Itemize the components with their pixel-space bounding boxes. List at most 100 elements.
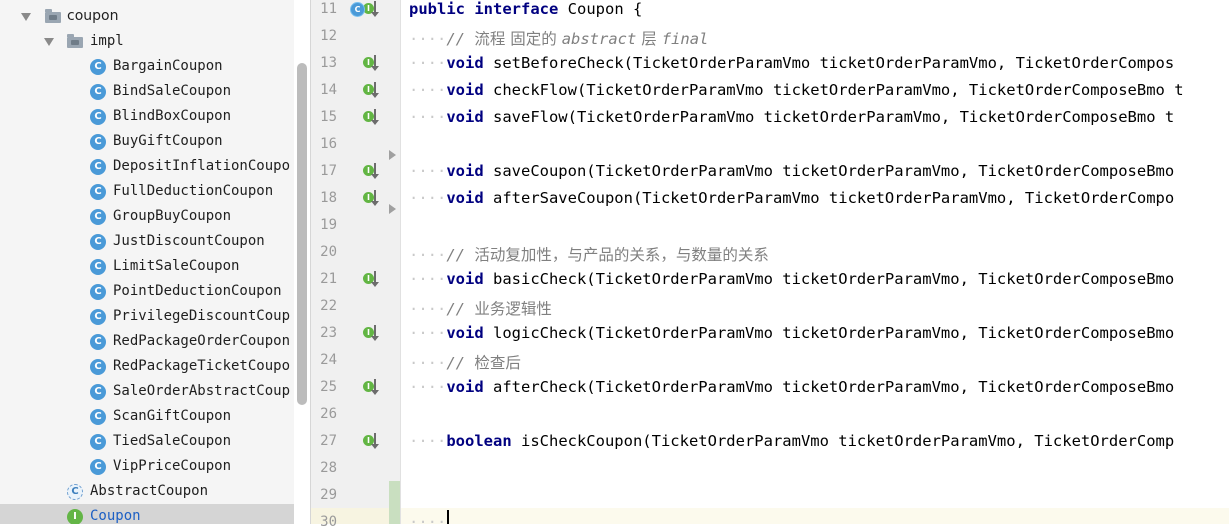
line-number[interactable]: 19	[311, 217, 337, 233]
line-number[interactable]: 14	[311, 82, 337, 98]
class-icon: C	[90, 184, 106, 200]
arrow-down-icon	[371, 379, 379, 395]
implemented-by-icon[interactable]: I	[363, 190, 381, 208]
code-line-21: ····void basicCheck(TicketOrderParamVmo …	[409, 270, 1175, 288]
tree-node-coupon-interface[interactable]: I Coupon	[0, 504, 294, 524]
tree-scrollbar[interactable]	[297, 63, 307, 405]
class-name: GroupBuyCoupon	[113, 208, 232, 224]
tree-node-class[interactable]: C SaleOrderAbstractCoup	[0, 379, 294, 404]
tree-node-class[interactable]: C PointDeductionCoupon	[0, 279, 294, 304]
class-name: FullDeductionCoupon	[113, 183, 274, 199]
line-number[interactable]: 21	[311, 271, 337, 287]
class-name: PointDeductionCoupon	[113, 283, 282, 299]
class-name: TiedSaleCoupon	[113, 433, 232, 449]
class-icon: C	[90, 384, 106, 400]
class-icon: C	[90, 84, 106, 100]
class-name: ScanGiftCoupon	[113, 408, 232, 424]
package-name: impl	[90, 33, 124, 49]
line-number[interactable]: 30	[311, 514, 337, 530]
expand-arrow-icon[interactable]	[44, 38, 54, 46]
tree-node-class[interactable]: C BargainCoupon	[0, 54, 294, 79]
code-line-13: ····void setBeforeCheck(TicketOrderParam…	[409, 54, 1175, 72]
class-icon: C	[90, 209, 106, 225]
tree-node-class[interactable]: C BuyGiftCoupon	[0, 129, 294, 154]
code-editor[interactable]: public interface Coupon { ····// 流程 固定的 …	[401, 0, 1229, 524]
project-tree-panel: coupon impl C BargainCoupon C BindSaleCoupo…	[0, 0, 294, 524]
class-name: PrivilegeDiscountCoup	[113, 308, 291, 324]
arrow-down-icon	[371, 163, 379, 179]
line-number[interactable]: 17	[311, 163, 337, 179]
class-name: AbstractCoupon	[90, 483, 209, 499]
implemented-by-icon[interactable]: I	[363, 325, 381, 343]
abstract-class-icon: C	[67, 484, 83, 500]
line-number[interactable]: 28	[311, 460, 337, 476]
class-name: RedPackageOrderCoupon	[113, 333, 291, 349]
class-name: LimitSaleCoupon	[113, 258, 240, 274]
implemented-by-icon[interactable]: I	[363, 1, 381, 19]
class-name: BlindBoxCoupon	[113, 108, 232, 124]
line-number[interactable]: 22	[311, 298, 337, 314]
line-number[interactable]: 20	[311, 244, 337, 260]
line-number[interactable]: 12	[311, 28, 337, 44]
line-number[interactable]: 29	[311, 487, 337, 503]
code-line-12: ····// 流程 固定的 abstract 层 final	[409, 30, 709, 48]
vcs-added-lines-marker[interactable]	[389, 481, 400, 524]
line-number[interactable]: 13	[311, 55, 337, 71]
fold-arrow-icon[interactable]	[389, 150, 396, 160]
implemented-by-icon[interactable]: I	[363, 163, 381, 181]
code-line-22: ····// 业务逻辑性	[409, 300, 552, 318]
tree-node-class[interactable]: C DepositInflationCoupo	[0, 154, 294, 179]
tree-node-class[interactable]: C BindSaleCoupon	[0, 79, 294, 104]
line-number[interactable]: 26	[311, 406, 337, 422]
code-line-17: ····void saveCoupon(TicketOrderParamVmo …	[409, 162, 1175, 180]
implemented-by-icon[interactable]: I	[363, 433, 381, 451]
implemented-by-icon[interactable]: I	[363, 271, 381, 289]
line-number[interactable]: 27	[311, 433, 337, 449]
tree-node-class[interactable]: C RedPackageOrderCoupon	[0, 329, 294, 354]
code-line-11: public interface Coupon {	[409, 0, 642, 18]
arrow-down-icon	[371, 190, 379, 206]
arrow-down-icon	[371, 271, 379, 287]
line-number[interactable]: 24	[311, 352, 337, 368]
implemented-by-icon[interactable]: I	[363, 55, 381, 73]
class-icon: C	[90, 459, 106, 475]
arrow-down-icon	[371, 325, 379, 341]
arrow-down-icon	[371, 55, 379, 71]
tree-node-class[interactable]: C RedPackageTicketCoupo	[0, 354, 294, 379]
tree-node-coupon[interactable]: coupon	[0, 4, 294, 29]
tree-node-class[interactable]: C ScanGiftCoupon	[0, 404, 294, 429]
class-icon: C	[90, 109, 106, 125]
class-name: RedPackageTicketCoupo	[113, 358, 291, 374]
expand-arrow-icon[interactable]	[21, 13, 31, 21]
line-number[interactable]: 15	[311, 109, 337, 125]
implemented-by-icon[interactable]: I	[363, 82, 381, 100]
class-icon: C	[90, 234, 106, 250]
tree-node-class[interactable]: C VipPriceCoupon	[0, 454, 294, 479]
class-gutter-icon[interactable]: C	[350, 2, 365, 17]
interface-name: Coupon	[90, 508, 141, 524]
line-number[interactable]: 25	[311, 379, 337, 395]
tree-node-class[interactable]: C PrivilegeDiscountCoup	[0, 304, 294, 329]
tree-node-class[interactable]: C TiedSaleCoupon	[0, 429, 294, 454]
tree-node-class[interactable]: C LimitSaleCoupon	[0, 254, 294, 279]
tree-node-impl[interactable]: impl	[0, 29, 294, 54]
class-name: DepositInflationCoupo	[113, 158, 291, 174]
line-number[interactable]: 23	[311, 325, 337, 341]
implemented-by-icon[interactable]: I	[363, 379, 381, 397]
fold-arrow-icon[interactable]	[389, 204, 396, 214]
arrow-down-icon	[371, 82, 379, 98]
tree-node-class[interactable]: C GroupBuyCoupon	[0, 204, 294, 229]
code-line-20: ····// 活动复加性，与产品的关系，与数量的关系	[409, 246, 769, 264]
class-name: BargainCoupon	[113, 58, 223, 74]
class-name: BuyGiftCoupon	[113, 133, 223, 149]
line-number[interactable]: 16	[311, 136, 337, 152]
tree-node-abstractcoupon[interactable]: C AbstractCoupon	[0, 479, 294, 504]
keyword-public: public	[409, 0, 465, 18]
tree-node-class[interactable]: C BlindBoxCoupon	[0, 104, 294, 129]
implemented-by-icon[interactable]: I	[363, 109, 381, 127]
tree-node-class[interactable]: C JustDiscountCoupon	[0, 229, 294, 254]
code-line-18: ····void afterSaveCoupon(TicketOrderPara…	[409, 189, 1175, 207]
line-number[interactable]: 18	[311, 190, 337, 206]
line-number[interactable]: 11	[311, 1, 337, 17]
tree-node-class[interactable]: C FullDeductionCoupon	[0, 179, 294, 204]
